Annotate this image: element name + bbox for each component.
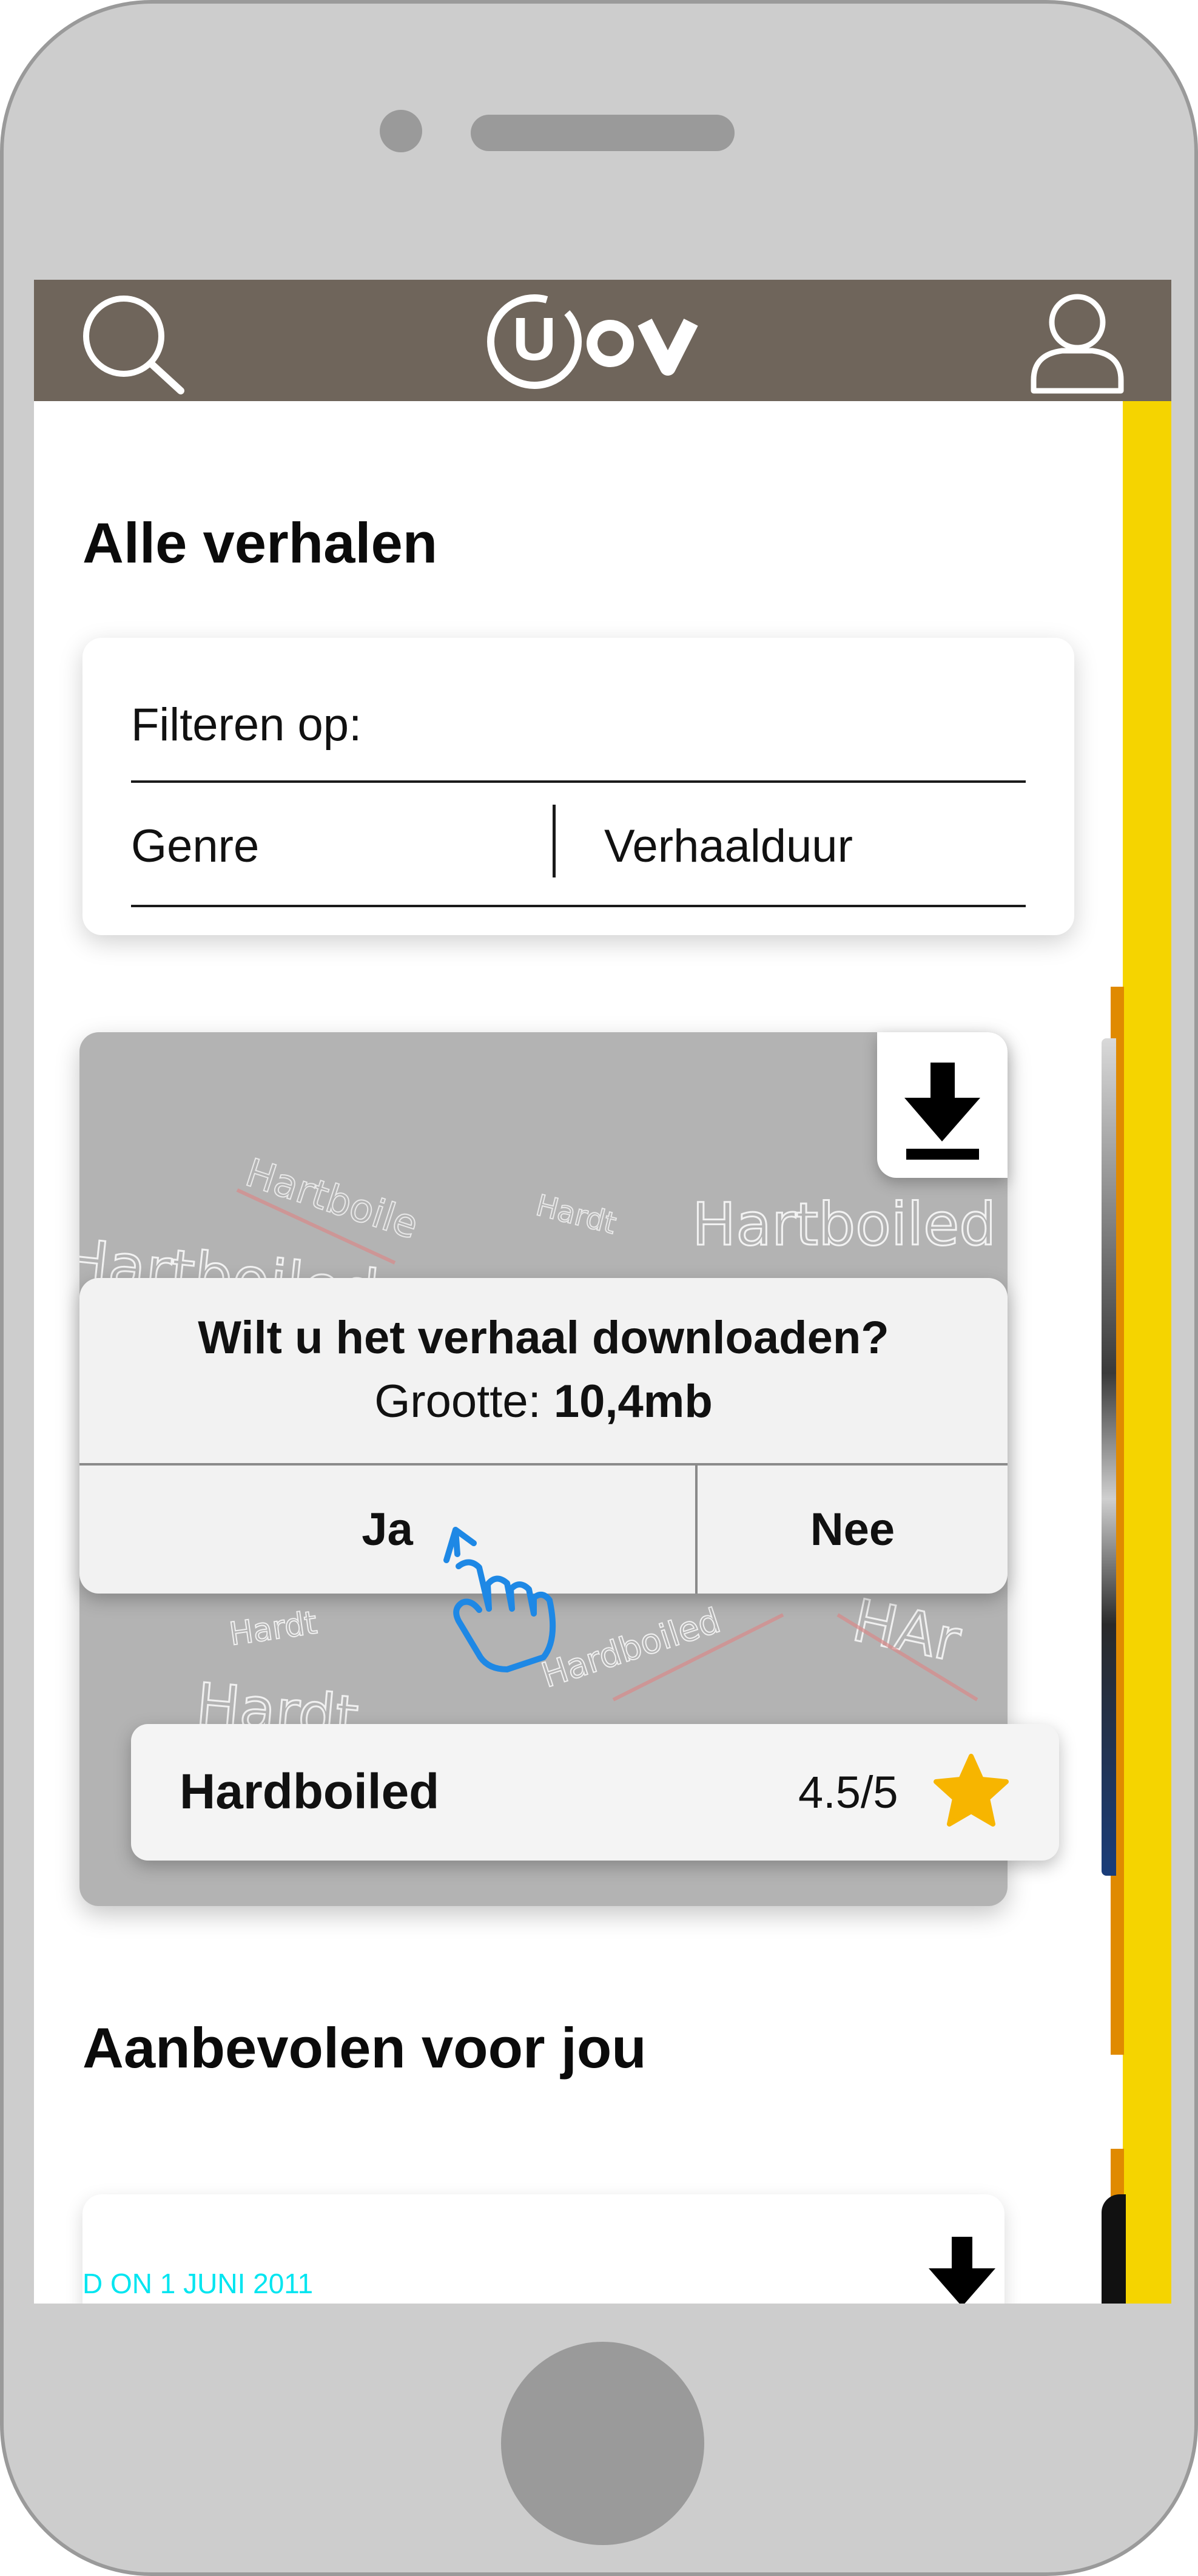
top-bar: U [34, 280, 1171, 401]
next-story-card-peek[interactable] [1102, 1038, 1116, 1876]
confirm-yes-button[interactable]: Ja [79, 1465, 695, 1594]
filter-genre[interactable]: Genre [131, 820, 543, 873]
filter-story-duration[interactable]: Verhaalduur [604, 820, 1023, 873]
confirm-no-button[interactable]: Nee [698, 1465, 1008, 1594]
tap-hand-icon [443, 1527, 556, 1672]
app-logo: U [486, 292, 747, 392]
search-button[interactable] [76, 289, 189, 395]
next-recommended-card-peek[interactable] [1102, 2194, 1126, 2304]
filter-label: Filteren op: [131, 699, 362, 751]
filter-card: Filteren op: Genre Verhaalduur [82, 638, 1074, 935]
star-icon [934, 1754, 1009, 1827]
download-icon [904, 1063, 980, 1160]
download-icon [929, 2237, 995, 2304]
next-panel-accent [1123, 401, 1171, 2304]
story-title: Hardboiled [180, 1764, 440, 1819]
dialog-question: Wilt u het verhaal downloaden? [198, 1312, 889, 1364]
story-title-bar[interactable]: Hardboiled 4.5/5 [131, 1724, 1059, 1861]
logo-u: U [513, 305, 556, 373]
phone-frame: U Alle verhalen Filteren op: Genre Verha… [0, 0, 1198, 2576]
camera [380, 110, 422, 152]
app-screen: U Alle verhalen Filteren op: Genre Verha… [34, 280, 1171, 2304]
section-title-all-stories: Alle verhalen [82, 511, 438, 575]
download-size: Grootte: 10,4mb [79, 1375, 1008, 1428]
divider [553, 805, 556, 877]
cover-word: Hartboiled [692, 1191, 996, 1259]
divider [131, 905, 1026, 907]
download-button[interactable] [923, 2231, 1001, 2304]
divider [131, 780, 1026, 783]
home-button[interactable] [501, 2342, 704, 2545]
user-icon [1031, 294, 1124, 394]
download-size-value: 10,4mb [553, 1376, 713, 1427]
download-size-label: Grootte: [374, 1376, 541, 1427]
speaker-grille [471, 115, 735, 151]
cover-word: Hardt [533, 1188, 619, 1241]
cover-caption: D ON 1 JUNI 2011 [82, 2268, 314, 2299]
download-button[interactable] [877, 1032, 1008, 1178]
search-icon [83, 296, 184, 394]
profile-button[interactable] [1029, 289, 1126, 395]
story-rating: 4.5/5 [798, 1767, 898, 1817]
cover-word: Hardt [227, 1604, 319, 1653]
recommended-story-card[interactable]: D ON 1 JUNI 2011 [82, 2194, 1005, 2304]
section-title-recommended: Aanbevolen voor jou [82, 2016, 647, 2080]
